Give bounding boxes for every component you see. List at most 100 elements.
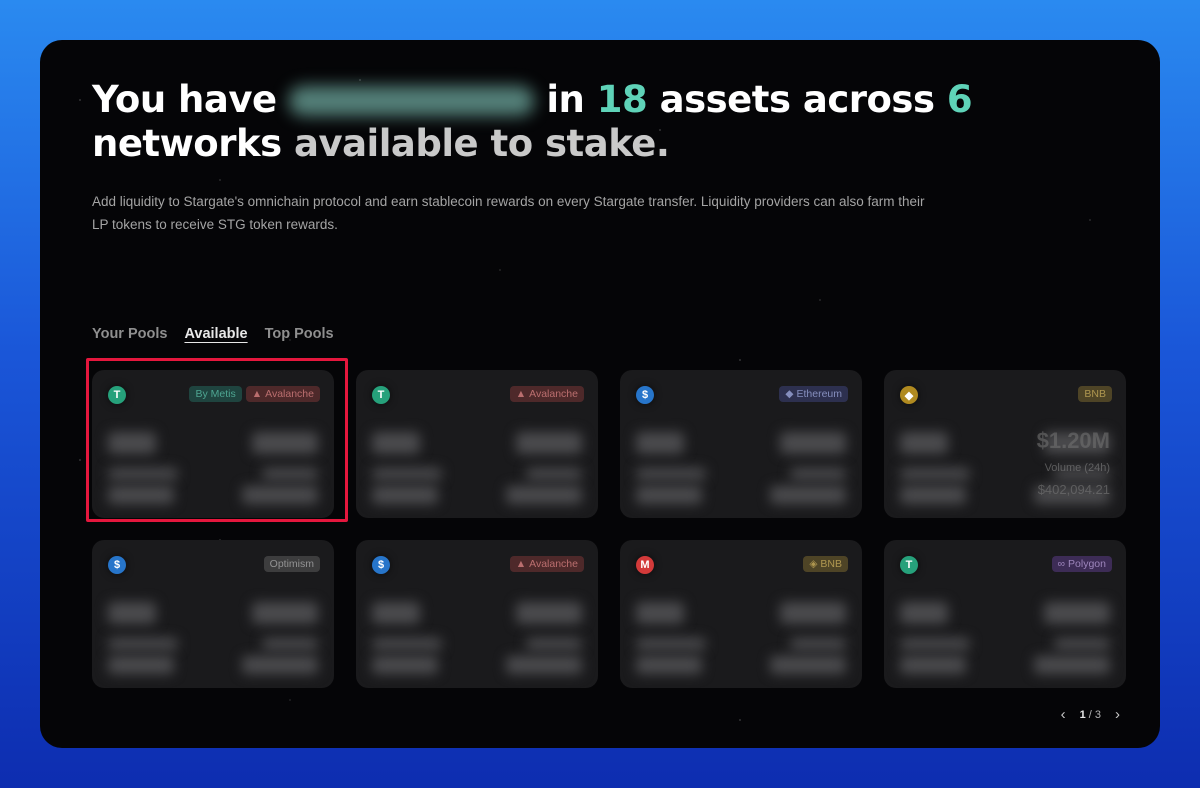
network-label: Ethereum [796,388,842,400]
pool-card[interactable]: M ◈ BNB [620,540,862,688]
network-icon: ∞ [1057,558,1066,570]
network-badge: Optimism [263,556,320,572]
blurred-content [636,638,706,650]
tvl-value: $1.20M [1036,428,1110,453]
blurred-content [526,638,582,650]
mai-coin-icon: M [636,556,654,574]
usdt-coin-icon: T [372,386,390,404]
network-badges: BNB [1078,386,1112,402]
network-icon: ▲ [515,558,527,570]
blurred-content [108,602,156,624]
blurred-content [780,432,846,454]
blurred-content [1034,656,1110,674]
blurred-content [1044,602,1110,624]
blurred-content [242,656,318,674]
usdc-coin-icon: $ [372,556,390,574]
blurred-content [372,638,442,650]
page-subtitle: Add liquidity to Stargate's omnichain pr… [92,194,925,232]
network-badge: ∞ Polygon [1051,556,1112,572]
blurred-content [372,486,438,504]
blurred-content [790,468,846,480]
network-badge: ◆ Ethereum [779,386,848,402]
volume-label: Volume (24h) [1044,462,1110,474]
network-badge: ▲ Avalanche [509,386,584,402]
blurred-content [900,468,970,480]
pool-card[interactable]: ◆ BNB $1.20M Volume (24h) $402,094.21 [884,370,1126,518]
blurred-content [636,602,684,624]
blurred-content [516,432,582,454]
tab-top-pools[interactable]: Top Pools [265,326,334,342]
network-badge: ◈ BNB [803,556,848,572]
network-label: BNB [1084,388,1106,400]
pool-card[interactable]: $ ▲ Avalanche [356,540,598,688]
blurred-content [506,656,582,674]
usdc-coin-icon: $ [636,386,654,404]
pool-card[interactable]: $ Optimism [92,540,334,688]
tab-your-pools[interactable]: Your Pools [92,326,167,342]
headline-stake-text: available to stake. [294,122,670,165]
blurred-content [636,486,702,504]
network-icon: ▲ [515,388,527,400]
blurred-content [262,638,318,650]
blurred-balance [288,86,534,116]
pool-card[interactable]: T ∞ Polygon [884,540,1126,688]
network-count: 6 [946,78,973,121]
blurred-content [252,602,318,624]
blurred-content [372,656,438,674]
tab-available[interactable]: Available [184,326,247,342]
headline-prefix: You have [92,78,277,121]
blurred-content [526,468,582,480]
bnb-coin-icon: ◆ [900,386,918,404]
page-total: 3 [1094,708,1101,721]
pool-tabs: Your Pools Available Top Pools [92,326,334,342]
asset-count: 18 [596,78,648,121]
blurred-content [900,486,966,504]
blurred-content [1054,638,1110,650]
pool-card[interactable]: $ ◆ Ethereum [620,370,862,518]
pool-card[interactable]: T ▲ Avalanche [356,370,598,518]
headline-networks: networks [92,122,282,165]
blurred-content [790,638,846,650]
blurred-content [108,638,178,650]
usdc-coin-icon: $ [108,556,126,574]
network-badges: Optimism [263,556,320,572]
blurred-content [636,468,706,480]
blurred-content [780,602,846,624]
network-label: Avalanche [529,558,578,570]
blurred-content [506,486,582,504]
page-indicator: 1 / 3 [1080,709,1101,721]
network-badge: ▲ Avalanche [509,556,584,572]
chevron-right-icon[interactable]: › [1115,706,1120,723]
network-badges: ◈ BNB [803,556,848,572]
network-badges: ▲ Avalanche [509,556,584,572]
blurred-content [516,602,582,624]
page-headline: You have in 18 assets across 6 networks … [92,78,992,166]
network-label: Optimism [269,558,314,570]
headline-suffix: assets across [659,78,935,121]
blurred-content [770,486,846,504]
chevron-left-icon[interactable]: ‹ [1061,706,1066,723]
blurred-content [372,602,420,624]
network-badges: ◆ Ethereum [779,386,848,402]
page-separator: / [1088,708,1092,721]
blurred-content [900,656,966,674]
blurred-content [636,432,684,454]
network-icon: ◈ [809,558,818,570]
network-label: Avalanche [529,388,578,400]
page-current: 1 [1079,708,1086,721]
network-badges: ▲ Avalanche [509,386,584,402]
blurred-content [900,638,970,650]
network-label: Polygon [1068,558,1106,570]
blurred-content [372,468,442,480]
headline-mid: in [546,78,585,121]
blurred-content [108,656,174,674]
blurred-content [770,656,846,674]
pagination: ‹ 1 / 3 › [1061,706,1120,723]
blurred-content [372,432,420,454]
blurred-content [900,602,948,624]
volume-value: $402,094.21 [1037,482,1110,497]
network-icon: ◆ [785,388,794,400]
usdt-coin-icon: T [900,556,918,574]
network-badges: ∞ Polygon [1051,556,1112,572]
highlight-box [86,358,348,522]
